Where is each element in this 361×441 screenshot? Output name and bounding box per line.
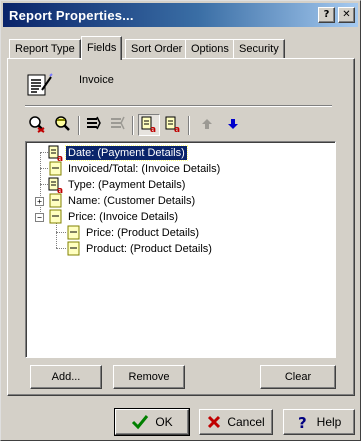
close-icon: ✕ <box>342 9 351 20</box>
report-properties-dialog: Report Properties... ? ✕ Report Type Fie… <box>0 0 361 441</box>
tree-item-label: Product: (Product Details) <box>86 243 212 255</box>
tab-report-type[interactable]: Report Type <box>9 39 81 59</box>
report-document-icon <box>25 71 53 102</box>
tree-item-label: Type: (Payment Details) <box>68 179 186 191</box>
tab-label: Fields <box>87 42 117 54</box>
tab-fields[interactable]: Fields <box>81 36 123 60</box>
field-icon <box>48 193 64 209</box>
tree-item-name[interactable]: + Name: (Customer Details) <box>26 193 326 209</box>
tree-item-price-invoice[interactable]: − Price: (Invoice Details) <box>26 209 326 225</box>
tab-label: Report Type <box>15 43 75 55</box>
tree-item-label: Price: (Product Details) <box>86 227 200 239</box>
svg-text:a: a <box>150 125 156 133</box>
svg-text:?: ? <box>298 414 307 430</box>
find-field-icon <box>28 115 46 136</box>
tree-item-label: Name: (Customer Details) <box>68 195 196 207</box>
button-label: Remove <box>128 371 170 383</box>
collapse-all-icon <box>108 115 126 136</box>
move-up-button[interactable] <box>196 114 218 136</box>
tree-item-type[interactable]: a Type: (Payment Details) <box>26 177 326 196</box>
tree-item-product[interactable]: Product: (Product Details) <box>26 241 326 257</box>
clear-button[interactable]: Clear <box>260 365 336 389</box>
sort-field-icon: a <box>48 145 64 164</box>
field-icon <box>66 225 82 241</box>
collapse-all-button[interactable] <box>106 114 128 136</box>
ok-button[interactable]: OK <box>114 408 190 436</box>
sort-field-icon: a <box>48 177 64 196</box>
add-button[interactable]: Add... <box>30 365 102 389</box>
svg-text:a: a <box>57 186 63 193</box>
expand-all-button[interactable] <box>82 114 104 136</box>
collapse-toggle[interactable]: − <box>35 213 44 222</box>
find-next-icon <box>54 115 72 136</box>
sort-field-button[interactable]: a <box>138 114 160 136</box>
button-label: Clear <box>284 371 312 383</box>
title-bar[interactable]: Report Properties... ? ✕ <box>3 3 358 27</box>
tab-options[interactable]: Options <box>185 39 235 59</box>
sort-field-icon: a <box>140 115 158 136</box>
tree-item-label: Price: (Invoice Details) <box>68 211 179 223</box>
expand-all-icon <box>84 115 102 136</box>
button-label: OK <box>155 415 173 429</box>
fields-tree[interactable]: a Date: (Payment Details) Invoiced/Total… <box>25 141 336 358</box>
field-icon <box>48 209 64 225</box>
svg-text:a: a <box>174 125 180 133</box>
tab-sort-order[interactable]: Sort Order <box>125 39 189 59</box>
toolbar-separator <box>132 116 134 135</box>
title-help-button[interactable]: ? <box>318 7 335 23</box>
move-down-icon <box>226 117 240 134</box>
tab-security[interactable]: Security <box>233 39 285 59</box>
remove-button[interactable]: Remove <box>113 365 185 389</box>
tab-label: Security <box>239 43 279 55</box>
tree-item-date[interactable]: a Date: (Payment Details) <box>26 145 326 164</box>
question-mark-icon: ? <box>323 9 330 20</box>
find-field-button[interactable] <box>26 114 48 136</box>
button-label: Help <box>316 415 342 429</box>
button-label: Add... <box>51 371 81 383</box>
checkmark-icon <box>131 414 149 430</box>
window-title: Report Properties... <box>9 8 134 23</box>
cross-icon <box>207 415 221 429</box>
find-next-button[interactable] <box>52 114 74 136</box>
move-up-icon <box>200 117 214 134</box>
toolbar-separator <box>78 116 80 135</box>
button-label: Cancel <box>227 415 265 429</box>
cancel-button[interactable]: Cancel <box>199 409 273 435</box>
field-icon <box>48 161 64 177</box>
expand-toggle[interactable]: + <box>35 197 44 206</box>
tree-item-label: Invoiced/Total: (Invoice Details) <box>68 163 221 175</box>
sort-field-alt-icon: a <box>164 115 182 136</box>
separator <box>25 105 332 107</box>
help-question-icon: ? <box>297 414 311 430</box>
tab-label: Sort Order <box>131 43 183 55</box>
title-close-button[interactable]: ✕ <box>338 7 355 23</box>
svg-text:a: a <box>57 154 63 161</box>
tab-label: Options <box>191 43 229 55</box>
help-button[interactable]: ? Help <box>283 409 355 435</box>
tree-item-label: Date: (Payment Details) <box>65 145 188 161</box>
report-name: Invoice <box>79 74 114 86</box>
tree-item-invoiced-total[interactable]: Invoiced/Total: (Invoice Details) <box>26 161 326 177</box>
toolbar-separator <box>188 116 190 135</box>
sort-field-alt-button[interactable]: a <box>162 114 184 136</box>
tree-item-price-product[interactable]: Price: (Product Details) <box>26 225 326 241</box>
move-down-button[interactable] <box>222 114 244 136</box>
fields-toolbar: a a <box>26 114 336 140</box>
field-icon <box>66 241 82 257</box>
